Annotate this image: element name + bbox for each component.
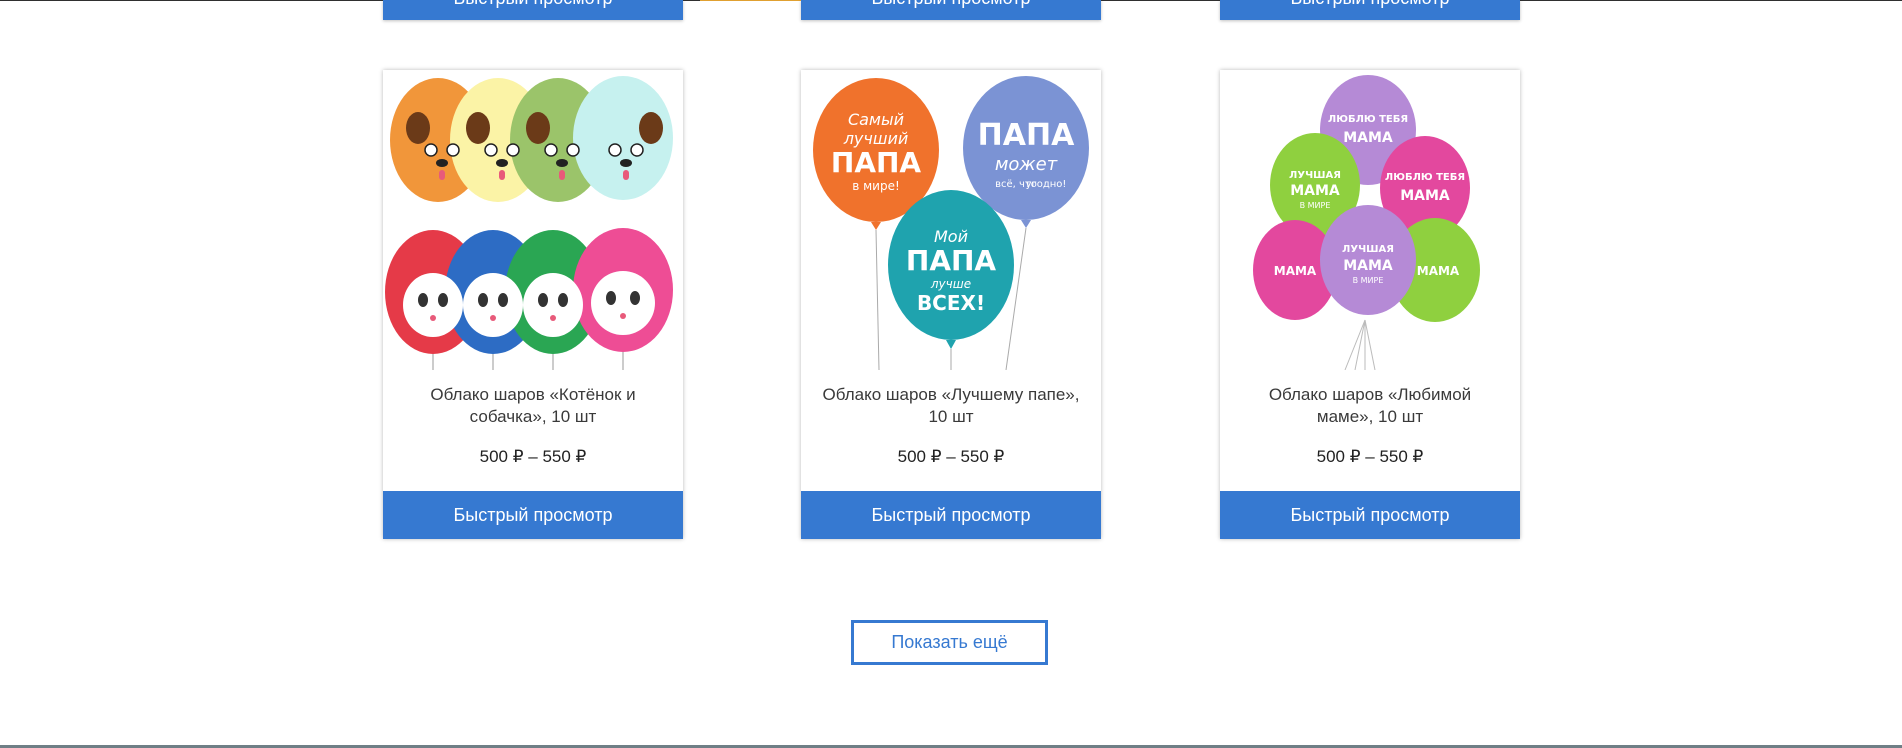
balloon-text: ЛЮБЛЮ ТЕБЯ (1328, 114, 1408, 125)
quick-view-button-prev-3[interactable]: Быстрый просмотр (1220, 0, 1520, 20)
product-price: 500 ₽ – 550 ₽ (897, 447, 1005, 466)
balloon-text: в мире! (852, 179, 900, 193)
balloon-text: лучше (930, 277, 971, 291)
balloon-text: МАМА (1400, 188, 1450, 204)
product-title[interactable]: Облако шаров «Котёнок и собачка», 10 шт (403, 384, 663, 428)
balloon-text: В МИРЕ (1353, 276, 1384, 285)
balloon-text: ЛУЧШАЯ (1342, 244, 1394, 255)
balloons-kitten-puppy-image[interactable] (383, 70, 683, 370)
balloon-text: МАМА (1343, 130, 1393, 146)
product-price: 500 ₽ – 550 ₽ (1316, 447, 1424, 466)
balloon-text: ПАПА (906, 244, 997, 277)
balloon-text: МАМА (1343, 258, 1393, 274)
quick-view-button[interactable]: Быстрый просмотр (383, 491, 683, 539)
balloon-text: ЛЮБЛЮ ТЕБЯ (1385, 172, 1465, 183)
product-price: 500 ₽ – 550 ₽ (479, 447, 587, 466)
product-card-kitten-puppy[interactable]: Облако шаров «Котёнок и собачка», 10 шт … (383, 70, 683, 539)
product-card-beloved-mom[interactable]: ЛЮБЛЮ ТЕБЯ МАМА ЛЮБЛЮ ТЕБЯ МАМА ЛУЧШАЯ М… (1220, 70, 1520, 539)
balloons-beloved-mom-image[interactable]: ЛЮБЛЮ ТЕБЯ МАМА ЛЮБЛЮ ТЕБЯ МАМА ЛУЧШАЯ М… (1220, 70, 1520, 370)
balloon-text: МАМА (1290, 183, 1340, 199)
balloon-text: ЛУЧШАЯ (1289, 170, 1341, 181)
balloon-text: МАМА (1274, 264, 1317, 278)
balloon-text: Самый (848, 110, 904, 129)
balloon-text: МАМА (1417, 264, 1460, 278)
quick-view-button-prev-1[interactable]: Быстрый просмотр (383, 0, 683, 20)
quick-view-button[interactable]: Быстрый просмотр (801, 491, 1101, 539)
quick-view-button[interactable]: Быстрый просмотр (1220, 491, 1520, 539)
balloon-text: ВСЕХ! (917, 291, 985, 315)
balloon-text: ПАПА (978, 118, 1075, 153)
product-listing-page: Быстрый просмотр Быстрый просмотр Быстры… (0, 0, 1902, 748)
balloon-text: угодно! (1026, 179, 1067, 190)
balloons-best-dad-image[interactable]: Самый лучший ПАПА в мире! ПАПА может всё… (801, 70, 1101, 370)
show-more-button[interactable]: Показать ещё (851, 620, 1048, 665)
product-card-best-dad[interactable]: Самый лучший ПАПА в мире! ПАПА может всё… (801, 70, 1101, 539)
product-title[interactable]: Облако шаров «Лучшему папе», 10 шт (821, 384, 1081, 428)
balloon-text: может (995, 154, 1058, 175)
balloon-text: ПАПА (831, 146, 922, 179)
quick-view-button-prev-2[interactable]: Быстрый просмотр (801, 0, 1101, 20)
product-title[interactable]: Облако шаров «Любимой маме», 10 шт (1240, 384, 1500, 428)
balloon-text: В МИРЕ (1300, 201, 1331, 210)
